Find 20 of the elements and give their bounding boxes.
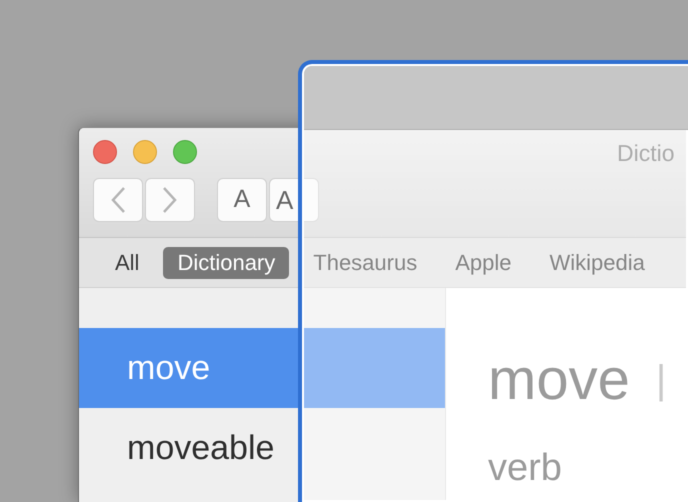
back-button[interactable] xyxy=(93,178,143,222)
smaller-font-button[interactable]: A xyxy=(217,178,267,222)
forward-chevron-icon xyxy=(162,186,178,214)
tab[interactable]: All xyxy=(101,246,154,278)
divider-glyph: | xyxy=(656,357,666,404)
tab[interactable]: Dictionary xyxy=(163,246,290,278)
zoom-button[interactable] xyxy=(173,140,197,164)
larger-font-button[interactable]: A xyxy=(269,178,319,222)
minimize-button[interactable] xyxy=(133,140,157,164)
headword: move xyxy=(488,351,630,409)
part-of-speech: verb xyxy=(488,446,563,491)
word-list-item[interactable]: move xyxy=(79,328,445,408)
tab[interactable]: Thesaurus xyxy=(299,246,432,278)
back-chevron-icon xyxy=(110,186,126,214)
tab[interactable]: Wikipedia xyxy=(536,246,659,278)
close-button[interactable] xyxy=(93,140,117,164)
tab[interactable]: Apple xyxy=(441,246,526,278)
window-title: Dictio xyxy=(617,139,675,168)
forward-button[interactable] xyxy=(145,178,195,222)
word-list-item[interactable]: moveable xyxy=(79,408,445,488)
